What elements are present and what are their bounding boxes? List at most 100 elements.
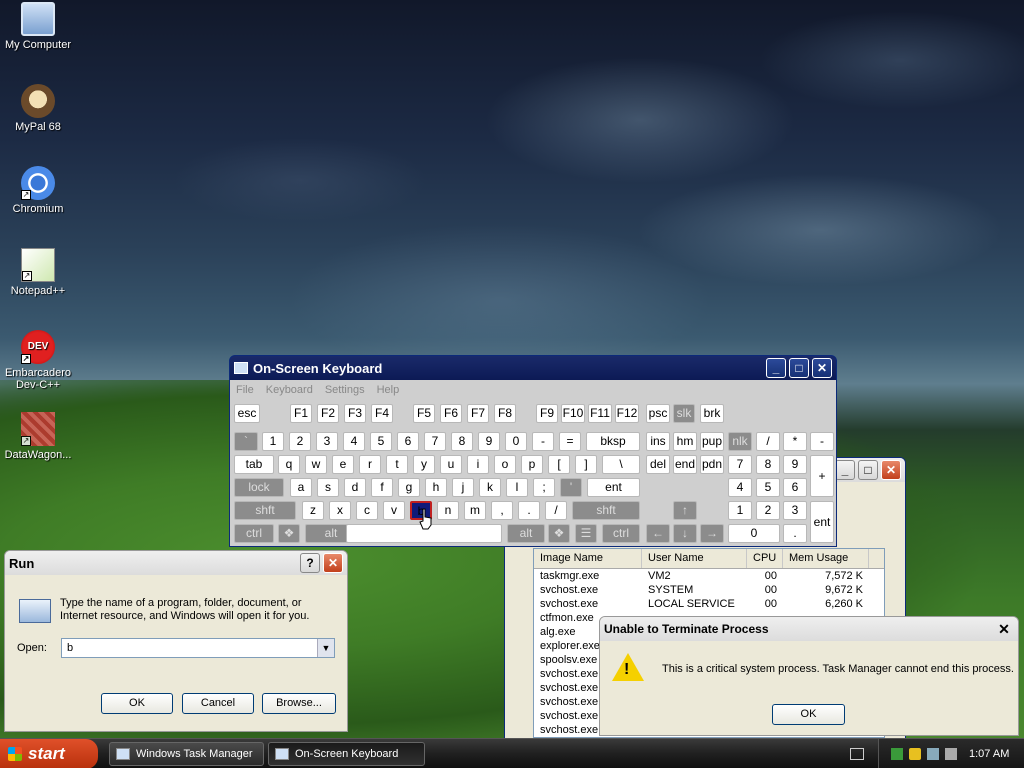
key-nlk[interactable]: nlk xyxy=(728,432,752,451)
cancel-button[interactable]: Cancel xyxy=(182,693,254,714)
key-symbol[interactable]: , xyxy=(491,501,513,520)
key-1[interactable]: 1 xyxy=(728,501,752,520)
table-row[interactable]: svchost.exe SYSTEM 00 9,672 K xyxy=(534,583,884,597)
key-symbol[interactable]: . xyxy=(783,524,807,543)
key-9[interactable]: 9 xyxy=(478,432,500,451)
key-0[interactable]: 0 xyxy=(728,524,780,543)
desktop-icon-mypal[interactable]: MyPal 68 xyxy=(0,84,76,133)
help-button[interactable]: ? xyxy=(300,553,320,573)
minimize-button[interactable]: _ xyxy=(766,358,786,378)
key-w[interactable]: w xyxy=(305,455,327,474)
key-symbol[interactable]: [ xyxy=(548,455,570,474)
key-z[interactable]: z xyxy=(302,501,324,520)
menu-keyboard[interactable]: Keyboard xyxy=(266,384,313,396)
key-pup[interactable]: pup xyxy=(700,432,724,451)
key-F8[interactable]: F8 xyxy=(494,404,516,423)
key-o[interactable]: o xyxy=(494,455,516,474)
key-6[interactable]: 6 xyxy=(783,478,807,497)
open-input[interactable]: b ▼ xyxy=(61,638,335,658)
close-button[interactable]: ✕ xyxy=(881,460,901,480)
key-e[interactable]: e xyxy=(332,455,354,474)
key-symbol[interactable]: ❖ xyxy=(278,524,300,543)
taskbar-item-task-manager[interactable]: Windows Task Manager xyxy=(109,742,264,766)
key-1[interactable]: 1 xyxy=(262,432,284,451)
key-F9[interactable]: F9 xyxy=(536,404,558,423)
desktop-icon-devcpp[interactable]: DEV ↗ Embarcadero Dev-C++ xyxy=(0,330,76,391)
key-pdn[interactable]: pdn xyxy=(700,455,724,474)
key-7[interactable]: 7 xyxy=(728,455,752,474)
browse-button[interactable]: Browse... xyxy=(262,693,336,714)
key-symbol[interactable]: + xyxy=(810,455,834,497)
key-6[interactable]: 6 xyxy=(397,432,419,451)
key-c[interactable]: c xyxy=(356,501,378,520)
menu-file[interactable]: File xyxy=(236,384,254,396)
clock[interactable]: 1:07 AM xyxy=(969,748,1009,760)
key-F11[interactable]: F11 xyxy=(588,404,612,423)
key-psc[interactable]: psc xyxy=(646,404,670,423)
key-symbol[interactable]: \ xyxy=(602,455,640,474)
close-button[interactable]: ✕ xyxy=(994,619,1014,639)
key-a[interactable]: a xyxy=(290,478,312,497)
key-f[interactable]: f xyxy=(371,478,393,497)
key-symbol[interactable]: ` xyxy=(234,432,258,451)
key-symbol[interactable]: ↓ xyxy=(673,524,697,543)
key-t[interactable]: t xyxy=(386,455,408,474)
key-symbol[interactable]: ] xyxy=(575,455,597,474)
key-symbol[interactable]: / xyxy=(545,501,567,520)
maximize-button[interactable]: □ xyxy=(858,460,878,480)
key-shft[interactable]: shft xyxy=(572,501,640,520)
key-2[interactable]: 2 xyxy=(756,501,780,520)
key-j[interactable]: j xyxy=(452,478,474,497)
key-5[interactable]: 5 xyxy=(756,478,780,497)
key-h[interactable]: h xyxy=(425,478,447,497)
key-F6[interactable]: F6 xyxy=(440,404,462,423)
key-2[interactable]: 2 xyxy=(289,432,311,451)
key-tab[interactable]: tab xyxy=(234,455,274,474)
col-image-name[interactable]: Image Name xyxy=(534,549,642,568)
key-F10[interactable]: F10 xyxy=(561,404,585,423)
keyboard-tray-icon[interactable] xyxy=(850,748,864,760)
desktop-icon-datawagon[interactable]: ↗ DataWagon... xyxy=(0,412,76,461)
tray-app-icon[interactable] xyxy=(945,748,957,760)
desktop-icon-my-computer[interactable]: My Computer xyxy=(0,2,76,51)
key-del[interactable]: del xyxy=(646,455,670,474)
col-cpu[interactable]: CPU xyxy=(747,549,783,568)
key-s[interactable]: s xyxy=(317,478,339,497)
key-F12[interactable]: F12 xyxy=(615,404,639,423)
key-symbol[interactable]: → xyxy=(700,524,724,543)
start-button[interactable]: start xyxy=(0,739,98,768)
col-user-name[interactable]: User Name xyxy=(642,549,747,568)
key-bksp[interactable]: bksp xyxy=(586,432,640,451)
key-F3[interactable]: F3 xyxy=(344,404,366,423)
key-symbol[interactable]: / xyxy=(756,432,780,451)
key-7[interactable]: 7 xyxy=(424,432,446,451)
key-4[interactable]: 4 xyxy=(728,478,752,497)
key-0[interactable]: 0 xyxy=(505,432,527,451)
key-v[interactable]: v xyxy=(383,501,405,520)
key-3[interactable]: 3 xyxy=(316,432,338,451)
key-k[interactable]: k xyxy=(479,478,501,497)
key-ent[interactable]: ent xyxy=(810,501,834,543)
key-symbol[interactable]: = xyxy=(559,432,581,451)
key-symbol[interactable]: ' xyxy=(560,478,582,497)
key-symbol[interactable]: . xyxy=(518,501,540,520)
col-mem-usage[interactable]: Mem Usage xyxy=(783,549,869,568)
key-l[interactable]: l xyxy=(506,478,528,497)
key-ent[interactable]: ent xyxy=(587,478,640,497)
key-symbol[interactable]: - xyxy=(810,432,834,451)
key-F2[interactable]: F2 xyxy=(317,404,339,423)
key-symbol[interactable]: ❖ xyxy=(548,524,570,543)
key-lock[interactable]: lock xyxy=(234,478,284,497)
key-F5[interactable]: F5 xyxy=(413,404,435,423)
key-g[interactable]: g xyxy=(398,478,420,497)
ok-button[interactable]: OK xyxy=(772,704,845,725)
key-ctrl[interactable]: ctrl xyxy=(234,524,274,543)
desktop-icon-notepadpp[interactable]: ↗ Notepad++ xyxy=(0,248,76,297)
taskbar-item-osk[interactable]: On-Screen Keyboard xyxy=(268,742,425,766)
key-i[interactable]: i xyxy=(467,455,489,474)
key-u[interactable]: u xyxy=(440,455,462,474)
menu-help[interactable]: Help xyxy=(377,384,400,396)
key-3[interactable]: 3 xyxy=(783,501,807,520)
close-button[interactable]: ✕ xyxy=(323,553,343,573)
key-shft[interactable]: shft xyxy=(234,501,296,520)
